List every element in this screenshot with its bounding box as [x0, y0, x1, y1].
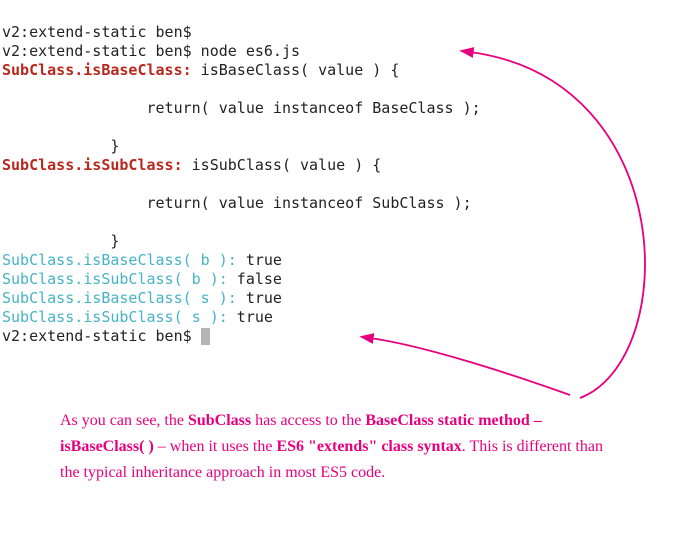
- call-expr: SubClass.isBaseClass( s ):: [2, 289, 237, 307]
- output-value: isSubClass( value ) {: [183, 156, 382, 174]
- annotation-text: As you can see, the SubClass has access …: [60, 408, 610, 486]
- output-value: isBaseClass( value ) {: [192, 61, 400, 79]
- code-line: return( value instanceof SubClass );: [2, 194, 472, 212]
- code-line: }: [2, 137, 119, 155]
- shell-prompt-command: v2:extend-static ben$ node es6.js: [2, 42, 300, 60]
- anno-bold: SubClass: [188, 412, 251, 429]
- shell-prompt: v2:extend-static ben$: [2, 327, 201, 345]
- shell-prompt: v2:extend-static ben$: [2, 23, 192, 41]
- code-line: }: [2, 232, 119, 250]
- call-result: true: [228, 308, 273, 326]
- call-result: false: [228, 270, 282, 288]
- anno-bold: ES6 "extends" class syntax: [276, 438, 461, 455]
- call-result: true: [237, 289, 282, 307]
- call-result: true: [237, 251, 282, 269]
- call-expr: SubClass.isSubClass( b ):: [2, 270, 228, 288]
- anno-part: has access to the: [251, 412, 365, 429]
- anno-part: – when it uses the: [154, 438, 277, 455]
- terminal-output: v2:extend-static ben$ v2:extend-static b…: [0, 0, 700, 350]
- output-key: SubClass.isSubClass:: [2, 156, 183, 174]
- call-expr: SubClass.isBaseClass( b ):: [2, 251, 237, 269]
- output-key: SubClass.isBaseClass:: [2, 61, 192, 79]
- code-line: return( value instanceof BaseClass );: [2, 99, 481, 117]
- call-expr: SubClass.isSubClass( s ):: [2, 308, 228, 326]
- cursor-block: [201, 328, 210, 345]
- anno-part: As you can see, the: [60, 412, 188, 429]
